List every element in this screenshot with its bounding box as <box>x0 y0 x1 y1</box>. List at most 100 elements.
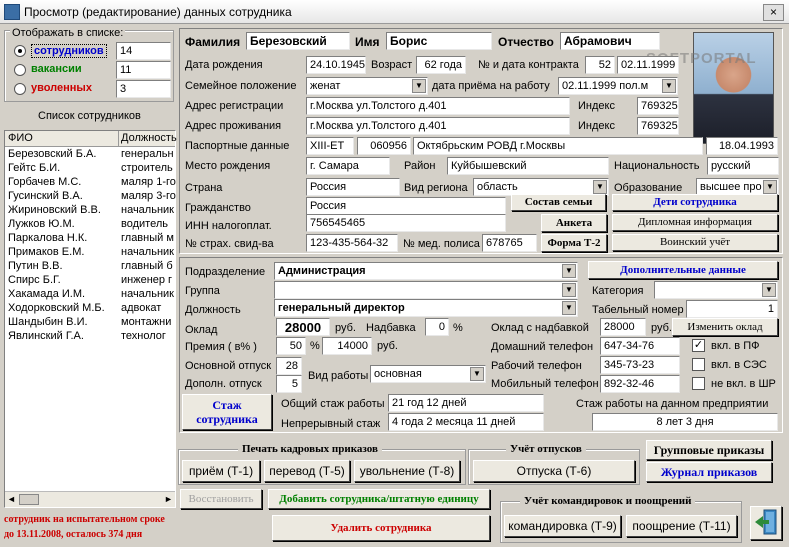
dismiss-order-button[interactable]: увольнение (Т-8) <box>354 460 460 482</box>
contract-no-field[interactable]: 52 <box>585 56 615 74</box>
change-salary-button[interactable]: Изменить оклад <box>672 318 778 336</box>
list-item[interactable]: Хакамада И.М. начальник <box>8 288 176 302</box>
radio-vacancies-label[interactable]: вакансии <box>31 63 82 75</box>
chevron-down-icon[interactable]: ▼ <box>763 180 777 194</box>
list-item[interactable]: Явлинский Г.А. технолог <box>8 330 176 344</box>
col-position[interactable]: Должность <box>121 132 177 144</box>
chevron-down-icon[interactable]: ▼ <box>562 264 576 278</box>
position-select[interactable]: генеральный директор ▼ <box>274 299 578 317</box>
nationality-field[interactable]: русский <box>707 157 779 175</box>
vacations-button[interactable]: Отпуска (Т-6) <box>473 460 635 482</box>
inn-field[interactable]: 756545465 <box>306 214 506 232</box>
group-select[interactable]: ▼ <box>274 281 578 299</box>
list-item[interactable]: Гейтс Б.И. строитель <box>8 162 176 176</box>
shr-checkbox[interactable] <box>692 377 705 390</box>
sez-checkbox[interactable] <box>692 358 705 371</box>
tabno-field[interactable]: 1 <box>686 300 778 318</box>
family-composition-button[interactable]: Состав семьи <box>511 194 606 211</box>
passport-series-field[interactable]: XIII-ET <box>306 137 354 155</box>
list-scrollbar[interactable]: ◄ ► <box>5 491 175 507</box>
firstname-field[interactable]: Борис <box>386 32 492 50</box>
chevron-down-icon[interactable]: ▼ <box>562 301 576 315</box>
chevron-down-icon[interactable]: ▼ <box>412 79 426 93</box>
delete-employee-button[interactable]: Удалить сотрудника <box>272 515 490 541</box>
radio-employees-label[interactable]: сотрудников <box>31 44 107 58</box>
district-field[interactable]: Куйбышевский <box>447 157 609 175</box>
chevron-down-icon[interactable]: ▼ <box>470 367 484 381</box>
trip-button[interactable]: командировка (Т-9) <box>504 515 621 537</box>
chevron-down-icon[interactable]: ▼ <box>762 283 776 297</box>
premium-pct-field[interactable]: 50 <box>276 337 306 355</box>
dept-select[interactable]: Администрация ▼ <box>274 262 578 280</box>
passport-no-field[interactable]: 060956 <box>357 137 411 155</box>
radio-dismissed-label[interactable]: уволенных <box>31 82 92 94</box>
list-item[interactable]: Лужков Ю.М. водитель <box>8 218 176 232</box>
scroll-right-icon[interactable]: ► <box>164 494 173 504</box>
col-fio[interactable]: ФИО <box>8 132 33 144</box>
transfer-order-button[interactable]: перевод (Т-5) <box>264 460 350 482</box>
list-item[interactable]: Горбачев М.С. маляр 1-го <box>8 176 176 190</box>
patronymic-field[interactable]: Абрамович <box>560 32 660 50</box>
passport-date-field[interactable]: 18.04.1993 <box>706 137 778 155</box>
experience-button[interactable]: Стаж сотрудника <box>182 394 272 430</box>
extra-data-button[interactable]: Дополнительные данные <box>588 261 778 279</box>
medpolicy-field[interactable]: 678765 <box>482 234 537 252</box>
hire-order-button[interactable]: приём (Т-1) <box>182 460 260 482</box>
close-button[interactable]: × <box>763 4 784 21</box>
t2-form-button[interactable]: Форма Т-2 <box>541 234 607 252</box>
chevron-down-icon[interactable]: ▼ <box>562 283 576 297</box>
family-select[interactable]: женат ▼ <box>306 77 428 95</box>
exit-button[interactable] <box>750 506 782 540</box>
lastname-field[interactable]: Березовский <box>246 32 350 50</box>
employee-list[interactable]: ФИО Должность Березовский Б.А. генеральн Г… <box>4 130 177 508</box>
home-phone-field[interactable]: 647-34-76 <box>600 337 680 355</box>
survey-button[interactable]: Анкета <box>541 214 607 232</box>
list-item[interactable]: Спирс Б.Г. инженер г <box>8 274 176 288</box>
reg-addr-field[interactable]: г.Москва ул.Толстого д.401 <box>306 97 570 115</box>
radio-vacancies[interactable] <box>14 64 26 76</box>
radio-dismissed[interactable] <box>14 83 26 95</box>
list-item[interactable]: Ходорковский М.Б. адвокат <box>8 302 176 316</box>
list-item[interactable]: Паркалова Н.К. главный м <box>8 232 176 246</box>
mobile-field[interactable]: 892-32-46 <box>600 375 680 393</box>
work-phone-field[interactable]: 345-73-23 <box>600 356 680 374</box>
diploma-button[interactable]: Дипломная информация <box>612 214 778 231</box>
bonus-field[interactable]: 0 <box>425 318 449 336</box>
restore-button[interactable]: Восстановить <box>180 489 262 509</box>
citizenship-field[interactable]: Россия <box>306 197 506 215</box>
passport-issuer-field[interactable]: Октябрьским РОВД г.Москвы <box>413 137 703 155</box>
salary-field[interactable]: 28000 <box>276 318 330 336</box>
scroll-left-icon[interactable]: ◄ <box>7 494 16 504</box>
live-addr-field[interactable]: г.Москва ул.Толстого д.401 <box>306 117 570 135</box>
hire-field[interactable]: 02.11.1999 пол.м ▼ <box>558 77 678 95</box>
addvac-field[interactable]: 5 <box>276 375 302 393</box>
live-index-field[interactable]: 769325 <box>637 117 679 135</box>
employee-photo[interactable] <box>693 32 774 144</box>
vacation-field[interactable]: 28 <box>276 357 302 375</box>
list-item[interactable]: Шандыбин В.И. монтажни <box>8 316 176 330</box>
list-item[interactable]: Примаков Е.М. начальник <box>8 246 176 260</box>
worktype-select[interactable]: основная ▼ <box>370 365 486 383</box>
chevron-down-icon[interactable]: ▼ <box>593 180 607 194</box>
list-item[interactable]: Путин В.В. главный б <box>8 260 176 274</box>
list-item[interactable]: Жириновский В.В. начальник <box>8 204 176 218</box>
category-select[interactable]: ▼ <box>654 281 778 299</box>
add-employee-button[interactable]: Добавить сотрудника/штатную единицу <box>268 489 490 509</box>
birth-field[interactable]: 24.10.1945 <box>306 56 366 74</box>
military-button[interactable]: Воинский учёт <box>612 234 778 251</box>
chevron-down-icon[interactable]: ▼ <box>662 79 676 93</box>
children-button[interactable]: Дети сотрудника <box>612 194 778 211</box>
radio-employees[interactable] <box>14 45 26 57</box>
orders-journal-button[interactable]: Журнал приказов <box>646 462 772 482</box>
reward-button[interactable]: поощрение (Т-11) <box>626 515 737 537</box>
list-item[interactable]: Гусинский В.А. маляр 3-го <box>8 190 176 204</box>
group-orders-button[interactable]: Групповые приказы <box>646 440 772 460</box>
reg-index-field[interactable]: 769325 <box>637 97 679 115</box>
scroll-thumb[interactable] <box>19 494 39 505</box>
insurance-field[interactable]: 123-435-564-32 <box>306 234 398 252</box>
list-item[interactable]: Березовский Б.А. генеральн <box>8 148 176 162</box>
country-field[interactable]: Россия <box>306 178 400 196</box>
pf-checkbox[interactable]: ✓ <box>692 339 705 352</box>
birthplace-field[interactable]: г. Самара <box>306 157 390 175</box>
contract-date-field[interactable]: 02.11.1999 <box>617 56 679 74</box>
